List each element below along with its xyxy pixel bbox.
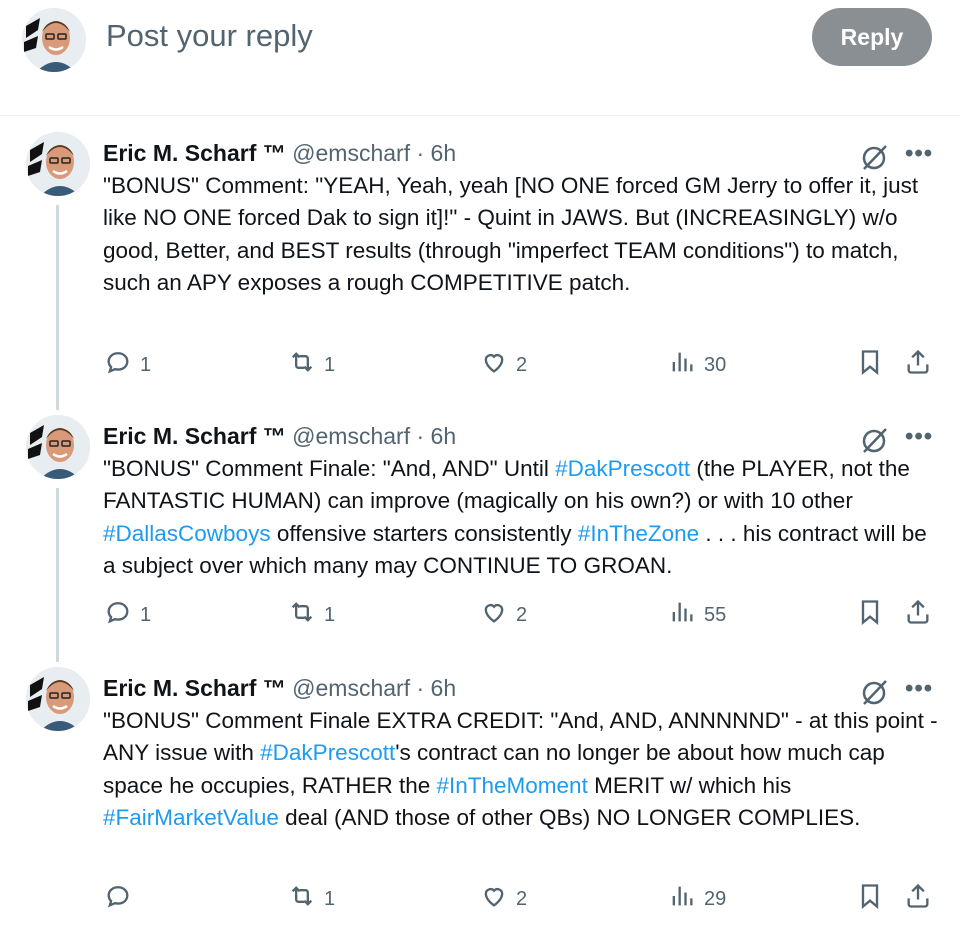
repost-count: 1 [324,603,336,626]
author-handle[interactable]: @emscharf [292,675,410,701]
tweet-text: "BONUS" Comment Finale EXTRA CREDIT: "An… [103,705,943,834]
avatar[interactable] [26,667,90,731]
more-options-icon[interactable]: ••• [905,675,933,703]
reply-action[interactable]: 1 [104,598,151,632]
reply-button[interactable]: Reply [812,8,932,66]
bookmark-icon [856,348,884,382]
more-options-icon[interactable]: ••• [905,140,933,168]
views-icon [668,348,696,382]
tweet-text-segment: "BONUS" Comment: "YEAH, Yeah, yeah [NO O… [103,173,919,295]
author-handle[interactable]: @emscharf [292,140,410,166]
tweet-header: Eric M. Scharf ™ @emscharf · 6h [103,140,456,167]
repost-count: 1 [324,887,336,910]
tweet-text-segment: "BONUS" Comment Finale: "And, AND" Until [103,456,556,481]
tweet-actions: 1 1 2 55 [0,598,960,638]
grok-icon[interactable] [860,142,890,172]
composer-avatar [22,8,86,72]
bookmark-icon [856,882,884,916]
tweet-header: Eric M. Scharf ™ @emscharf · 6h [103,423,456,450]
heart-icon [480,882,508,916]
bookmark-button[interactable] [856,598,884,632]
tweet-text: "BONUS" Comment: "YEAH, Yeah, yeah [NO O… [103,170,943,299]
like-count: 2 [516,353,528,376]
author-handle[interactable]: @emscharf [292,423,410,449]
repost-action[interactable]: 1 [288,882,335,916]
tweet-text-segment: deal (AND those of other QBs) NO LONGER … [278,804,861,830]
views-action[interactable]: 29 [668,882,726,916]
timestamp[interactable]: · 6h [417,675,457,701]
divider [0,115,960,116]
views-count: 30 [704,353,727,376]
share-button[interactable] [904,882,932,916]
repost-icon [288,348,316,382]
author-name[interactable]: Eric M. Scharf ™ [103,140,286,166]
hashtag-link[interactable]: #FairMarketValue [103,805,279,830]
heart-icon [480,348,508,382]
author-name[interactable]: Eric M. Scharf ™ [103,675,286,701]
repost-icon [288,882,316,916]
timestamp[interactable]: · 6h [417,423,457,449]
share-button[interactable] [904,348,932,382]
views-action[interactable]: 30 [668,348,726,382]
reply-icon [104,598,132,632]
tweet-actions: 1 2 29 [0,882,960,922]
reply-action[interactable] [104,882,140,916]
avatar[interactable] [26,415,90,479]
tweet-text-segment: MERIT w/ which his [587,772,792,798]
grok-icon[interactable] [860,425,890,455]
views-count: 55 [704,603,727,626]
tweet-header: Eric M. Scharf ™ @emscharf · 6h [103,675,456,702]
like-count: 2 [516,603,528,626]
more-options-icon[interactable]: ••• [905,423,933,451]
repost-action[interactable]: 1 [288,348,335,382]
like-action[interactable]: 2 [480,882,527,916]
reply-count: 1 [140,603,152,626]
grok-icon[interactable] [860,677,890,707]
reply-icon [104,882,132,916]
author-name[interactable]: Eric M. Scharf ™ [103,423,286,449]
repost-icon [288,598,316,632]
hashtag-link[interactable]: #InTheZone [578,521,699,546]
reply-input[interactable]: Post your reply [106,18,313,54]
tweet-text-segment: offensive starters consistently [270,520,578,546]
reply-action[interactable]: 1 [104,348,151,382]
bookmark-button[interactable] [856,882,884,916]
bookmark-icon [856,598,884,632]
views-icon [668,598,696,632]
reply-count: 1 [140,353,152,376]
share-button[interactable] [904,598,932,632]
repost-action[interactable]: 1 [288,598,335,632]
share-icon [904,348,932,382]
hashtag-link[interactable]: #DakPrescott [260,740,395,765]
hashtag-link[interactable]: #DallasCowboys [103,521,271,546]
avatar[interactable] [26,132,90,196]
hashtag-link[interactable]: #DakPrescott [555,456,690,481]
timestamp[interactable]: · 6h [417,140,457,166]
bookmark-button[interactable] [856,348,884,382]
share-icon [904,882,932,916]
views-action[interactable]: 55 [668,598,726,632]
tweet-text: "BONUS" Comment Finale: "And, AND" Until… [103,453,943,582]
tweet-actions: 1 1 2 30 [0,348,960,388]
reply-icon [104,348,132,382]
repost-count: 1 [324,353,336,376]
hashtag-link[interactable]: #InTheMoment [437,773,588,798]
share-icon [904,598,932,632]
like-action[interactable]: 2 [480,348,527,382]
like-action[interactable]: 2 [480,598,527,632]
views-icon [668,882,696,916]
like-count: 2 [516,887,528,910]
heart-icon [480,598,508,632]
views-count: 29 [704,887,727,910]
